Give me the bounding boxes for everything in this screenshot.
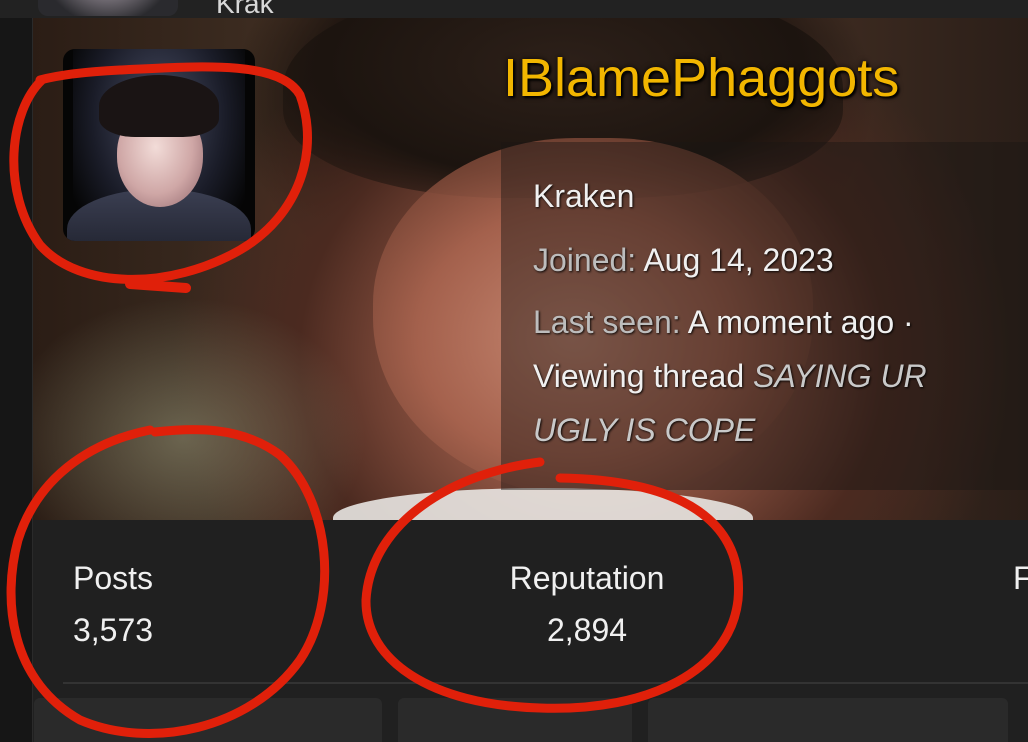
profile-card: IBlamePhaggots Kraken Joined: Aug 14, 20… bbox=[32, 18, 1028, 742]
username[interactable]: IBlamePhaggots bbox=[503, 46, 899, 110]
last-seen-row: Last seen: A moment ago · bbox=[533, 304, 914, 341]
stats-row: Posts 3,573 Reputation 2,894 F bbox=[33, 520, 1028, 684]
tab-2[interactable] bbox=[398, 698, 632, 742]
joined-row: Joined: Aug 14, 2023 bbox=[533, 242, 834, 279]
profile-page: Krak IBlamePhaggots Kraken Joined: Aug 1… bbox=[0, 0, 1028, 742]
thread-link-line2[interactable]: UGLY IS COPE bbox=[533, 412, 755, 448]
stat-posts[interactable]: Posts 3,573 bbox=[61, 558, 165, 650]
stats-divider bbox=[63, 682, 1028, 684]
tab-1[interactable] bbox=[34, 698, 382, 742]
thread-link-line1[interactable]: SAYING UR bbox=[753, 358, 927, 394]
joined-value: Aug 14, 2023 bbox=[643, 242, 834, 278]
user-title: Kraken bbox=[533, 178, 635, 214]
third-stat-label: F bbox=[1013, 560, 1028, 596]
last-seen-value: A moment ago · bbox=[687, 304, 914, 340]
reputation-label: Reputation bbox=[509, 560, 665, 596]
stat-third[interactable]: F bbox=[1013, 558, 1028, 598]
avatar[interactable] bbox=[63, 49, 255, 241]
previous-item-text[interactable]: Krak bbox=[216, 0, 274, 20]
joined-label: Joined: bbox=[533, 242, 637, 278]
stat-reputation[interactable]: Reputation 2,894 bbox=[499, 558, 675, 650]
previous-avatar[interactable] bbox=[38, 0, 178, 16]
posts-label: Posts bbox=[72, 560, 154, 596]
avatar-hair bbox=[99, 75, 219, 137]
reputation-value: 2,894 bbox=[546, 612, 628, 648]
previous-item-strip: Krak bbox=[0, 0, 1028, 20]
activity-row: Viewing thread SAYING UR bbox=[533, 358, 927, 395]
tab-3[interactable] bbox=[648, 698, 1008, 742]
activity-row-continued: UGLY IS COPE bbox=[533, 412, 755, 449]
last-seen-label: Last seen: bbox=[533, 304, 681, 340]
activity-prefix: Viewing thread bbox=[533, 358, 745, 394]
cover-collar-shape bbox=[333, 488, 753, 520]
posts-value: 3,573 bbox=[72, 612, 154, 648]
